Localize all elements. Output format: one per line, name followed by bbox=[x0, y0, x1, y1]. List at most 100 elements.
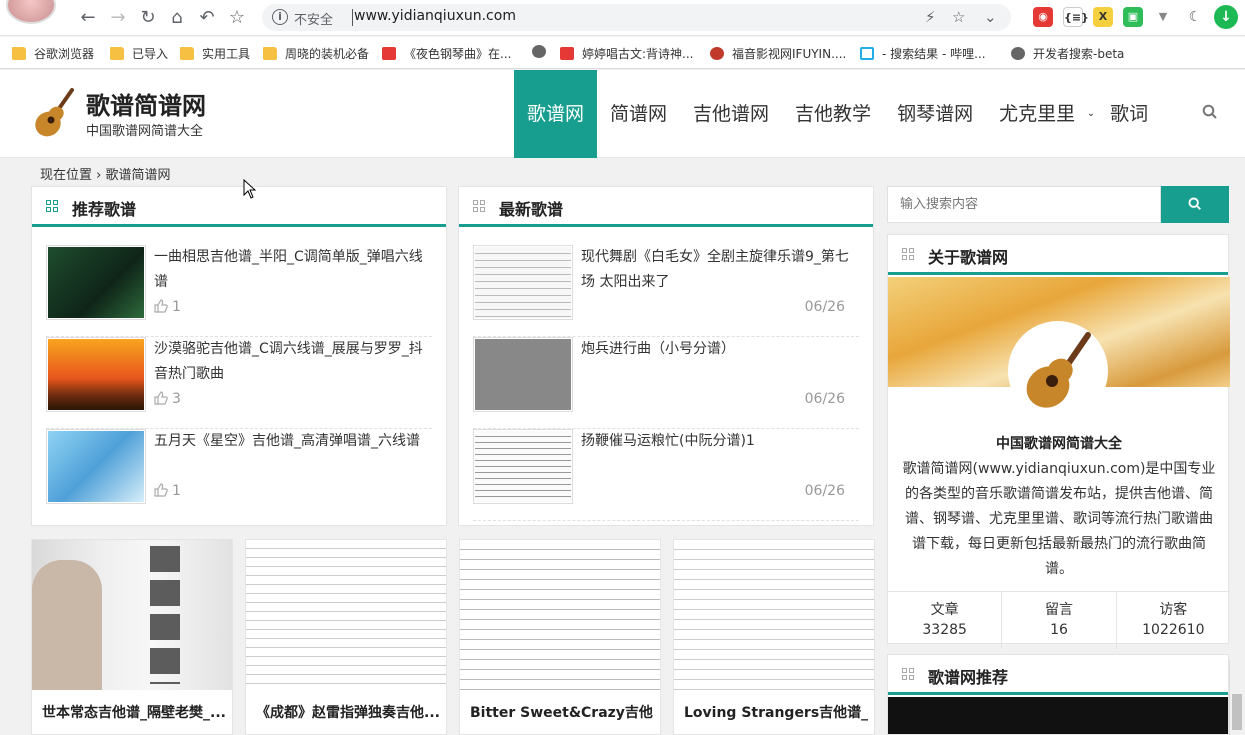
moon-icon[interactable]: ☾ bbox=[1185, 7, 1205, 27]
extension-robot-icon[interactable]: ◉ bbox=[1033, 7, 1053, 27]
list-item[interactable]: 炮兵进行曲（小号分谱） 06/26 bbox=[473, 337, 859, 429]
nav-item-home[interactable]: 歌谱网 bbox=[514, 70, 598, 158]
bookmark-item[interactable]: 周晓的装机必备 bbox=[263, 45, 369, 61]
stat-articles: 文章 33285 bbox=[888, 592, 1003, 649]
folder-icon bbox=[110, 47, 124, 60]
post-title[interactable]: 扬鞭催马运粮忙(中阮分谱)1 bbox=[581, 429, 857, 454]
bookmark-item[interactable]: 婷婷唱古文:背诗神... bbox=[560, 45, 694, 61]
chevron-down-icon[interactable]: ⌄ bbox=[984, 8, 997, 26]
bookmark-item[interactable]: 《夜色钢琴曲》在... bbox=[382, 45, 511, 61]
post-title[interactable]: 沙漠骆驼吉他谱_C调六线谱_展展与罗罗_抖音热门歌曲 bbox=[154, 337, 430, 387]
search-input[interactable] bbox=[887, 186, 1161, 223]
bookmark-item[interactable]: 福音影视网IFUYIN.... bbox=[710, 45, 846, 61]
star-icon[interactable]: ☆ bbox=[226, 7, 248, 29]
bookmark-item[interactable]: 谷歌浏览器 bbox=[12, 45, 94, 61]
site-subtitle: 中国歌谱网简谱大全 bbox=[86, 124, 204, 139]
home-icon[interactable]: ⌂ bbox=[166, 7, 188, 29]
nav-item-guitar-tabs[interactable]: 吉他谱网 bbox=[680, 70, 782, 158]
card-item[interactable]: Loving Strangers吉他谱_... bbox=[673, 539, 875, 735]
post-thumbnail[interactable] bbox=[46, 429, 146, 504]
scrollbar-thumb[interactable] bbox=[1232, 694, 1242, 730]
card-item[interactable]: 世本常态吉他谱_隔壁老樊_... bbox=[31, 539, 233, 735]
post-title[interactable]: 现代舞剧《白毛女》全剧主旋律乐谱9_第七场 太阳出来了 bbox=[581, 245, 857, 295]
stat-visitors: 访客 1022610 bbox=[1117, 592, 1230, 649]
download-icon[interactable]: ↓ bbox=[1214, 5, 1238, 29]
site-header: 歌谱简谱网 中国歌谱网简谱大全 歌谱网 简谱网 吉他谱网 吉他教学 钢琴谱网 尤… bbox=[0, 70, 1245, 158]
chevron-down-icon: ⌄ bbox=[1086, 108, 1096, 119]
panel-header: 最新歌谱 bbox=[459, 187, 873, 227]
bilibili-icon bbox=[860, 47, 874, 60]
list-item[interactable]: 扬鞭催马运粮忙(中阮分谱)1 06/26 bbox=[473, 429, 859, 521]
post-thumbnail[interactable] bbox=[473, 245, 573, 320]
card-image[interactable] bbox=[460, 540, 660, 690]
thumbs-up-icon bbox=[154, 299, 168, 313]
bookmark-item[interactable] bbox=[532, 45, 554, 61]
nav-item-jianpu[interactable]: 简谱网 bbox=[597, 70, 680, 158]
stat-label: 访客 bbox=[1159, 602, 1188, 618]
card-item[interactable]: 《成都》赵雷指弹独奏吉他... bbox=[245, 539, 447, 735]
reload-icon[interactable]: ↻ bbox=[137, 7, 159, 29]
recommend-panel: 歌谱网推荐 bbox=[887, 654, 1229, 735]
recommend-image[interactable] bbox=[888, 697, 1228, 734]
download-ext-icon[interactable]: ▼ bbox=[1153, 7, 1173, 27]
forward-icon[interactable]: → bbox=[107, 7, 129, 29]
like-count: 3 bbox=[154, 391, 181, 407]
guitar-logo-icon[interactable] bbox=[32, 88, 76, 138]
breadcrumb[interactable]: 现在位置 › 歌谱简谱网 bbox=[40, 164, 170, 183]
extension-braces-icon[interactable]: {≡} bbox=[1063, 7, 1089, 27]
site-title[interactable]: 歌谱简谱网 bbox=[86, 86, 206, 121]
card-title[interactable]: 世本常态吉他谱_隔壁老樊_... bbox=[42, 702, 226, 722]
post-thumbnail[interactable] bbox=[46, 245, 146, 320]
post-thumbnail[interactable] bbox=[473, 429, 573, 504]
list-item[interactable]: 一曲相思吉他谱_半阳_C调简单版_弹唱六线谱 1 bbox=[46, 245, 432, 337]
nav-item-piano[interactable]: 钢琴谱网 bbox=[884, 70, 986, 158]
bookmark-item[interactable]: - 搜索结果 - 哔哩... bbox=[860, 45, 986, 61]
info-icon[interactable]: i bbox=[272, 9, 288, 25]
nav-item-guitar-lessons[interactable]: 吉他教学 bbox=[782, 70, 884, 158]
address-bar[interactable]: i 不安全 www.yidianqiuxun.com ⚡ ☆ ⌄ bbox=[262, 4, 1011, 31]
lightning-icon[interactable]: ⚡ bbox=[925, 8, 936, 26]
post-thumbnail[interactable] bbox=[473, 337, 573, 412]
latest-panel: 最新歌谱 现代舞剧《白毛女》全剧主旋律乐谱9_第七场 太阳出来了 06/26 炮… bbox=[458, 186, 874, 526]
stat-label: 文章 bbox=[930, 602, 959, 618]
extension-x-icon[interactable]: X bbox=[1093, 7, 1113, 27]
post-title[interactable]: 五月天《星空》吉他谱_高清弹唱谱_六线谱 bbox=[154, 429, 430, 454]
card-image[interactable] bbox=[246, 540, 446, 690]
list-item[interactable]: 沙漠骆驼吉他谱_C调六线谱_展展与罗罗_抖音热门歌曲 3 bbox=[46, 337, 432, 429]
grid-icon bbox=[902, 248, 914, 260]
panel-title: 关于歌谱网 bbox=[928, 248, 1009, 267]
post-thumbnail[interactable] bbox=[46, 337, 146, 412]
wechat-icon[interactable]: ▣ bbox=[1123, 7, 1143, 27]
undo-icon[interactable]: ↶ bbox=[196, 7, 218, 29]
list-item[interactable]: 现代舞剧《白毛女》全剧主旋律乐谱9_第七场 太阳出来了 06/26 bbox=[473, 245, 859, 337]
card-title[interactable]: 《成都》赵雷指弹独奏吉他... bbox=[256, 702, 440, 722]
globe-icon bbox=[1011, 47, 1025, 60]
card-image[interactable] bbox=[674, 540, 874, 690]
search-button[interactable] bbox=[1161, 186, 1229, 223]
text-cursor bbox=[352, 9, 353, 26]
site-stats: 文章 33285 留言 16 访客 1022610 bbox=[888, 591, 1230, 649]
profile-avatar[interactable] bbox=[6, 0, 56, 24]
ting-icon bbox=[382, 47, 396, 60]
nav-item-lyrics[interactable]: 歌词 bbox=[1097, 70, 1161, 158]
back-icon[interactable]: ← bbox=[77, 7, 99, 29]
post-title[interactable]: 炮兵进行曲（小号分谱） bbox=[581, 337, 857, 362]
list-item[interactable]: 五月天《星空》吉他谱_高清弹唱谱_六线谱 1 bbox=[46, 429, 432, 521]
nav-item-ukulele[interactable]: 尤克里里 ⌄ bbox=[986, 70, 1097, 158]
about-description: 歌谱简谱网(www.yidianqiuxun.com)是中国专业的各类型的音乐歌… bbox=[902, 461, 1216, 577]
card-title[interactable]: Loving Strangers吉他谱_... bbox=[684, 702, 868, 722]
card-title[interactable]: Bitter Sweet&Crazy吉他... bbox=[470, 702, 654, 722]
card-item[interactable]: Bitter Sweet&Crazy吉他... bbox=[459, 539, 661, 735]
bookmark-item[interactable]: 已导入 bbox=[110, 45, 168, 61]
panel-title: 最新歌谱 bbox=[499, 200, 564, 219]
bookmark-item[interactable]: 开发者搜索-beta bbox=[1011, 45, 1124, 61]
url-text[interactable]: www.yidianqiuxun.com bbox=[354, 8, 516, 24]
post-title[interactable]: 一曲相思吉他谱_半阳_C调简单版_弹唱六线谱 bbox=[154, 245, 430, 295]
about-avatar bbox=[1008, 321, 1108, 421]
search-icon[interactable] bbox=[1202, 104, 1218, 120]
mouse-cursor-icon bbox=[243, 179, 257, 199]
bookmark-item[interactable]: 实用工具 bbox=[180, 45, 250, 61]
stat-label: 留言 bbox=[1044, 602, 1073, 618]
card-image[interactable] bbox=[32, 540, 232, 690]
bookmark-star-icon[interactable]: ☆ bbox=[952, 8, 965, 26]
